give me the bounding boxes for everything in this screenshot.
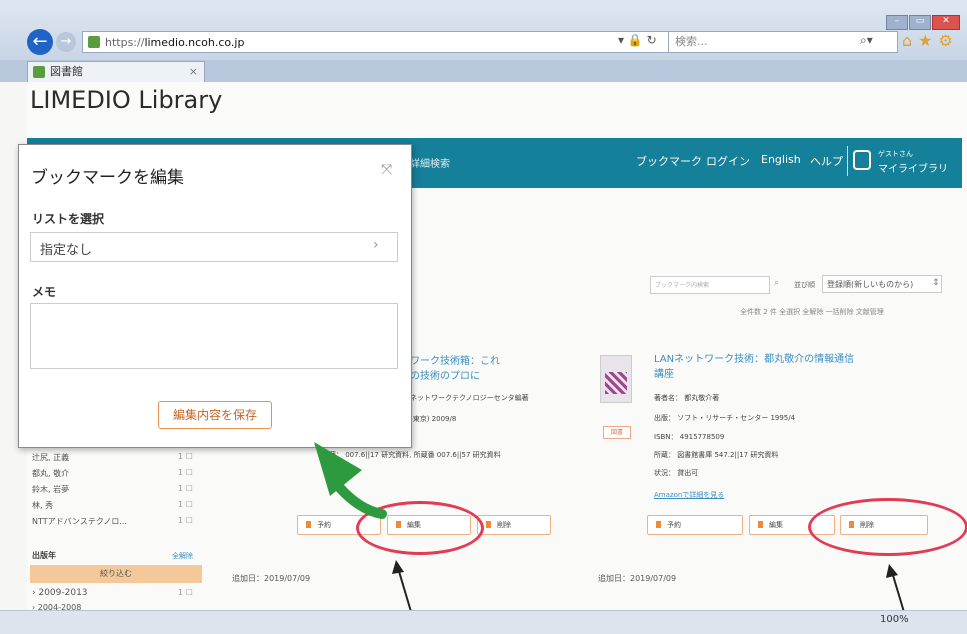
item1-delete-button[interactable]: 削除 — [477, 515, 551, 535]
nav-login[interactable]: ログイン — [706, 153, 750, 169]
item1-added-date: 追加日：2019/07/09 — [232, 574, 311, 583]
item2-reserve-button[interactable]: 予約 — [647, 515, 743, 535]
modal-title: ブックマークを編集 — [31, 168, 184, 188]
facet-checkbox[interactable]: 1 ☐ — [178, 588, 193, 597]
cover-pattern — [605, 372, 627, 394]
site-favicon-icon — [88, 36, 100, 48]
list-select-value: 指定なし — [40, 243, 93, 258]
nav-advanced-search[interactable]: 詳細検索 — [410, 155, 450, 170]
pointer-arrow-head — [886, 564, 898, 578]
item1-author: ネットワークテクノロジーセンタ編著 — [410, 394, 529, 402]
result-actions-row[interactable]: 全件数 2 件 全選択 全解除 一括削除 文献管理 — [740, 307, 884, 317]
facet-author-3[interactable]: 鈴木, 岩夢 — [32, 484, 69, 495]
facet-pub-year-heading: 出版年 — [32, 551, 56, 560]
tab-favicon-icon — [33, 66, 45, 78]
search-icon[interactable]: ⌕▾ — [860, 33, 873, 48]
facet-year-1-label: 2009-2013 — [38, 588, 88, 598]
item2-type-badge: 図書 — [603, 426, 631, 439]
green-arrow-shaft — [335, 483, 387, 519]
item2-reserve-label: 予約 — [667, 521, 681, 529]
facet-author-1[interactable]: 辻尻, 正義 — [32, 452, 69, 463]
bookmark-search-input[interactable]: ブックマーク内検索 — [650, 276, 770, 294]
item1-published: (東京) 2009/8 — [410, 415, 457, 423]
facet-author-5[interactable]: NTTアドバンステクノロ... — [32, 516, 127, 527]
item2-status: 状況： 貸出可 — [654, 469, 699, 477]
nav-my-library[interactable]: マイライブラリ — [878, 160, 948, 175]
narrow-button[interactable]: 絞り込む — [30, 565, 202, 583]
gear-icon[interactable]: ⚙ — [939, 31, 959, 50]
url-prefix: https:// — [105, 36, 145, 49]
address-bar[interactable]: https://limedio.ncoh.co.jp — [82, 31, 682, 53]
maximize-button[interactable]: ▭ — [909, 15, 931, 30]
item2-amazon-link[interactable]: Amazonで詳細を見る — [654, 490, 724, 500]
save-button[interactable]: 編集内容を保存 — [158, 401, 272, 429]
site-logo[interactable]: LIMEDIO Library — [30, 86, 222, 114]
facet-year-2-label: 2004-2008 — [37, 603, 82, 610]
close-window-button[interactable]: ✕ — [932, 15, 960, 30]
annotation-arrows — [314, 442, 413, 616]
pointer-arrow-head — [392, 560, 404, 574]
facet-author-4[interactable]: 林, 秀 — [32, 500, 53, 511]
chevron-updown-icon: ⇕ — [932, 278, 940, 288]
list-select-label: リストを選択 — [32, 212, 105, 226]
tab-close-icon[interactable]: × — [189, 62, 198, 82]
forward-button[interactable]: → — [56, 32, 76, 52]
annotation-circle-delete — [808, 498, 967, 556]
status-bar — [0, 610, 967, 634]
facet-clear-all-link[interactable]: 全解除 — [172, 551, 193, 561]
item1-delete-label: 削除 — [497, 521, 511, 529]
item2-cover-image[interactable] — [600, 355, 632, 403]
nav-bookmark[interactable]: ブックマーク — [636, 153, 702, 169]
chevron-right-icon: › — [373, 237, 379, 253]
memo-label: メモ — [32, 285, 57, 299]
facet-checkbox[interactable]: 1 ☐ — [178, 452, 193, 461]
browser-tab[interactable]: 図書館 × — [27, 61, 205, 82]
item2-edit-label: 編集 — [769, 521, 783, 529]
nav-divider — [847, 146, 848, 176]
facet-checkbox[interactable]: 1 ☐ — [178, 468, 193, 477]
facet-author-2[interactable]: 都丸, 敬介 — [32, 468, 69, 479]
reserve-icon — [656, 521, 661, 528]
minimize-button[interactable]: – — [886, 15, 908, 30]
user-guest-label: ゲストさん — [878, 150, 913, 158]
sort-label: 並び順 — [794, 281, 815, 289]
search-icon[interactable]: ⌕ — [774, 278, 779, 288]
url-tools[interactable]: ▾ 🔒 ↻ — [618, 33, 657, 47]
facet-year-2[interactable]: › 2004-2008 — [32, 603, 81, 610]
nav-english[interactable]: English — [761, 153, 801, 166]
item2-author: 著者名： 都丸敬介著 — [654, 394, 720, 402]
arrow-right-icon: → — [60, 34, 72, 49]
pointer-arrow-line — [397, 567, 413, 616]
url-domain: limedio.ncoh.co.jp — [144, 36, 245, 49]
back-button[interactable]: ← — [27, 29, 53, 55]
sort-select[interactable]: 登録順(新しいものから) — [822, 275, 942, 293]
facet-year-1[interactable]: › 2009-2013 — [32, 588, 88, 598]
window-controls: – ▭ ✕ — [886, 8, 962, 30]
item2-added-date: 追加日：2019/07/09 — [598, 574, 677, 583]
home-icon[interactable]: ⌂ — [902, 31, 918, 50]
item2-holding: 所蔵： 図書館書庫 547.2||17 研究資料 — [654, 451, 779, 459]
facet-checkbox[interactable]: 1 ☐ — [178, 516, 193, 525]
facet-checkbox[interactable]: 1 ☐ — [178, 500, 193, 509]
star-icon[interactable]: ★ — [918, 31, 938, 50]
facet-checkbox[interactable]: 1 ☐ — [178, 484, 193, 493]
item1-title-line1[interactable]: ワーク技術箱：これ — [410, 355, 500, 369]
user-icon[interactable] — [853, 150, 871, 170]
item2-title-line1[interactable]: LANネットワーク技術：都丸敬介の情報通信 — [654, 353, 854, 367]
arrow-left-icon: ← — [32, 31, 48, 52]
tab-title: 図書館 — [50, 65, 83, 78]
item2-title-line2[interactable]: 講座 — [654, 368, 674, 382]
item2-publisher: 出版： ソフト・リサーチ・センター 1995/4 — [654, 414, 796, 422]
toolbar-icons[interactable]: ⌂★⚙ — [902, 31, 959, 50]
green-arrow-head — [314, 442, 362, 496]
item2-isbn: ISBN： 4915778509 — [654, 433, 725, 441]
delete-icon — [486, 521, 491, 528]
memo-textarea[interactable] — [30, 303, 398, 369]
item1-title-line2[interactable]: の技術のプロに — [410, 370, 480, 384]
close-icon[interactable]: ⤧ — [381, 162, 392, 178]
nav-help[interactable]: ヘルプ — [810, 153, 843, 169]
edit-icon — [758, 521, 763, 528]
zoom-level[interactable]: 100% — [880, 614, 909, 625]
